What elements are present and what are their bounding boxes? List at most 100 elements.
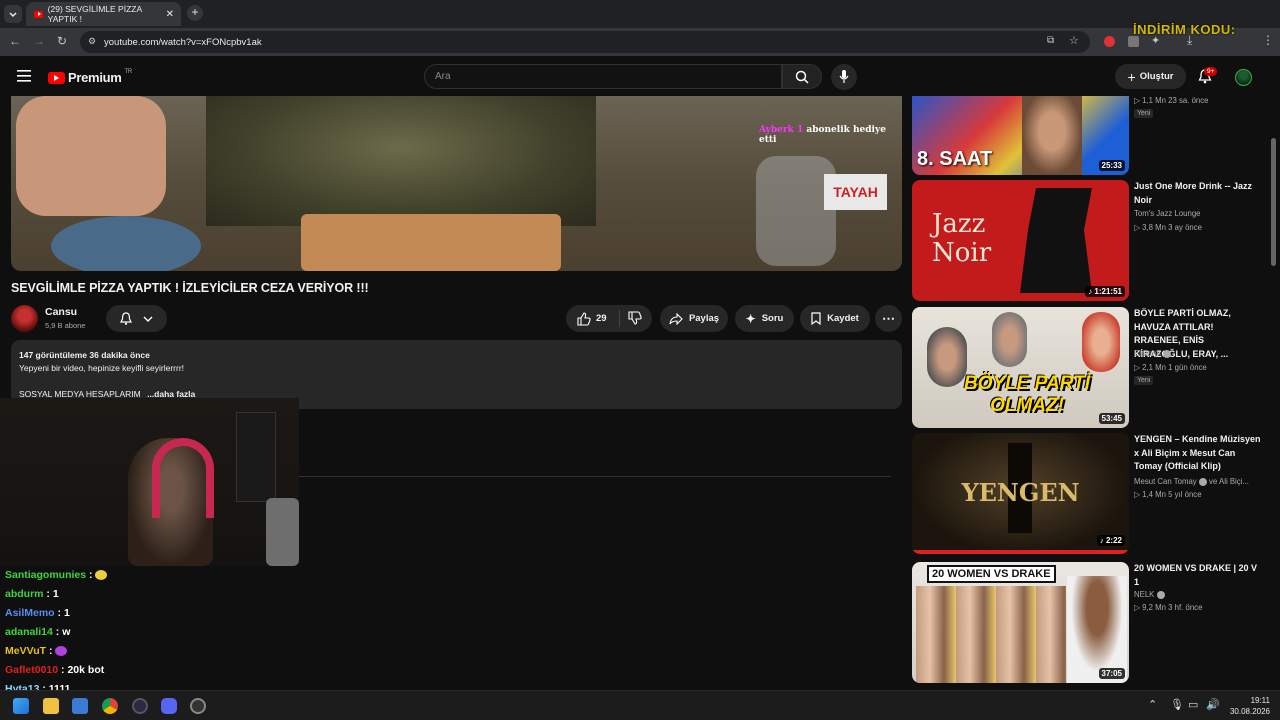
video-frame-bowl <box>51 216 201 271</box>
ask-button[interactable]: ✦ Soru <box>735 305 794 332</box>
thumbnail-person <box>1067 576 1127 683</box>
taskbar-clock[interactable]: 19:11 30.08.2026 <box>1226 695 1270 717</box>
recommendation-thumbnail[interactable]: YENGEN ♪ 2:22 <box>912 433 1129 554</box>
more-actions-button[interactable]: ⋯ <box>875 305 902 332</box>
hamburger-menu-icon[interactable] <box>17 70 31 82</box>
recommendation-views: ▷ 1,4 Mn 5 yıl önce <box>1134 490 1202 499</box>
recommendation-title[interactable]: YENGEN – Kendine Müzisyen x Ali Biçim x … <box>1134 433 1262 474</box>
windows-start-icon[interactable] <box>13 698 29 714</box>
description-line1: Yepyeni bir video, hepinize keyifli seyi… <box>19 363 185 373</box>
duration-text: 1:21:51 <box>1094 287 1122 296</box>
like-button[interactable]: 29 <box>577 311 607 326</box>
video-overlay-caption: Ayberk 1 abonelik hediye etti <box>759 125 902 145</box>
chrome-icon[interactable] <box>102 698 118 714</box>
channel-text: Mesut Can Tomay <box>1134 477 1197 486</box>
tab-close-icon[interactable]: ✕ <box>166 9 174 20</box>
page-scrollbar[interactable] <box>1271 138 1276 266</box>
search-input[interactable]: Ara <box>424 64 782 89</box>
extension-gray-icon[interactable] <box>1128 36 1139 47</box>
browser-tab-bar: (29) SEVGİLİMLE PİZZA YAPTIK ! ✕ + <box>0 0 1280 28</box>
obs-icon[interactable] <box>132 698 148 714</box>
caption-name: Ayberk 1 <box>759 125 804 135</box>
tray-network-icon[interactable]: ▭ <box>1188 698 1198 711</box>
browser-menu-icon[interactable]: ⋮ <box>1262 33 1274 47</box>
tab-title: (29) SEVGİLİMLE PİZZA YAPTIK ! <box>47 4 142 24</box>
share-label: Paylaş <box>688 313 720 324</box>
clock-date: 30.08.2026 <box>1229 707 1270 716</box>
recommendation-title[interactable]: 20 WOMEN VS DRAKE | 20 V 1 <box>1134 562 1262 589</box>
like-count: 29 <box>596 313 607 324</box>
url-field[interactable]: ⚙ youtube.com/watch?v=xFONcpbv1ak ⧉ ☆ <box>80 31 1090 53</box>
video-duration: 25:33 <box>1098 160 1125 171</box>
discord-icon[interactable] <box>161 698 177 714</box>
channel-avatar[interactable] <box>11 305 38 332</box>
recommendation-item[interactable]: 8. SAAT 25:33 ▷ 1,1 Mn 23 sa. önce Yeni <box>912 96 1272 175</box>
thumbnail-text: BÖYLE PARTİ OLMAZ! <box>964 373 1090 416</box>
share-button[interactable]: Paylaş <box>660 305 728 332</box>
video-player[interactable]: TAYAH Ayberk 1 abonelik hediye etti <box>11 96 902 271</box>
chat-separator: : <box>46 645 56 657</box>
tray-microphone-icon[interactable]: 🎙 <box>1170 698 1184 711</box>
recommendation-thumbnail[interactable]: BÖYLE PARTİ OLMAZ! 53:45 <box>912 307 1129 428</box>
recommendation-item[interactable]: YENGEN ♪ 2:22 YENGEN – Kendine Müzisyen … <box>912 433 1272 554</box>
reload-icon[interactable]: ↻ <box>57 34 67 48</box>
chat-username[interactable]: Santiagomunies <box>5 569 86 581</box>
bookmark-icon <box>811 312 821 325</box>
channel-name[interactable]: Cansu <box>45 306 77 318</box>
thumbs-down-icon <box>628 311 642 325</box>
recommendation-thumbnail[interactable]: 8. SAAT 25:33 <box>912 96 1129 175</box>
more-horizontal-icon: ⋯ <box>882 310 895 326</box>
search-placeholder: Ara <box>435 71 451 82</box>
bell-icon <box>119 312 132 325</box>
store-icon[interactable] <box>72 698 88 714</box>
recommendation-title[interactable]: Just One More Drink -- Jazz Noir <box>1134 180 1262 207</box>
youtube-premium-logo[interactable]: Premium TR <box>48 69 132 85</box>
recommendation-item[interactable]: Jazz Noir ♪ 1:21:51 Just One More Drink … <box>912 180 1272 301</box>
comments-divider <box>299 476 891 477</box>
back-arrow-icon[interactable]: ← <box>9 34 21 48</box>
recommendation-channel[interactable]: Elraenn <box>1134 349 1172 358</box>
channel-text: NELK <box>1134 590 1155 599</box>
install-app-icon[interactable]: ⧉ <box>1047 35 1054 46</box>
recommendation-thumbnail[interactable]: Jazz Noir ♪ 1:21:51 <box>912 180 1129 301</box>
tray-volume-icon[interactable]: 🔊 <box>1206 698 1220 711</box>
browser-address-bar: ← → ↻ ⚙ youtube.com/watch?v=xFONcpbv1ak … <box>0 28 1280 56</box>
recommendation-channel[interactable]: Mesut Can Tomay ve Ali Biçi... <box>1134 477 1249 486</box>
chat-username[interactable]: AsilMemo <box>5 607 55 619</box>
thumbnail-text: Jazz Noir <box>932 209 992 268</box>
file-explorer-icon[interactable] <box>43 698 59 714</box>
search-button[interactable] <box>782 64 822 89</box>
tray-chevron-up-icon[interactable]: ⌃ <box>1148 698 1157 711</box>
chat-username[interactable]: abdurm <box>5 588 44 600</box>
chat-username[interactable]: MeVVuT <box>5 645 46 657</box>
account-avatar[interactable] <box>1235 69 1252 86</box>
recommendation-item[interactable]: BÖYLE PARTİ OLMAZ! 53:45 BÖYLE PARTİ OLM… <box>912 307 1272 428</box>
voice-search-button[interactable] <box>831 64 857 90</box>
dislike-button[interactable] <box>628 311 642 325</box>
recommendation-channel[interactable]: Tom's Jazz Lounge <box>1134 209 1201 218</box>
steam-icon[interactable] <box>190 698 206 714</box>
tab-search-button[interactable] <box>4 5 22 23</box>
chat-separator: : <box>43 588 53 600</box>
thumbnail-text: 20 WOMEN VS DRAKE <box>927 565 1056 583</box>
chat-username[interactable]: adanali14 <box>5 626 53 638</box>
save-button[interactable]: Kaydet <box>800 305 870 332</box>
chat-text: 20k bot <box>67 664 105 676</box>
extension-red-icon[interactable] <box>1104 36 1115 47</box>
thumbnail-person <box>1082 312 1120 372</box>
new-tab-button[interactable]: + <box>187 5 203 21</box>
chat-username[interactable]: Gaflet0010 <box>5 664 58 676</box>
recommendation-channel[interactable]: NELK <box>1134 590 1165 599</box>
chat-emote-icon <box>55 646 68 657</box>
create-button[interactable]: + Oluştur <box>1115 64 1186 89</box>
subscription-notifications-button[interactable] <box>106 305 167 332</box>
bookmark-star-icon[interactable]: ☆ <box>1069 34 1079 47</box>
chat-message: adanali14 : w <box>5 626 70 638</box>
views-text: 3,8 Mn 3 ay önce <box>1142 223 1202 232</box>
recommendation-item[interactable]: 20 WOMEN VS DRAKE 37:05 20 WOMEN VS DRAK… <box>912 562 1272 683</box>
recommendation-thumbnail[interactable]: 20 WOMEN VS DRAKE 37:05 <box>912 562 1129 683</box>
forward-arrow-icon[interactable]: → <box>33 34 45 48</box>
youtube-header: Premium TR Ara + Oluştur 9+ <box>0 56 1280 96</box>
site-info-icon[interactable]: ⚙ <box>88 36 96 47</box>
browser-tab-active[interactable]: (29) SEVGİLİMLE PİZZA YAPTIK ! ✕ <box>26 2 181 26</box>
